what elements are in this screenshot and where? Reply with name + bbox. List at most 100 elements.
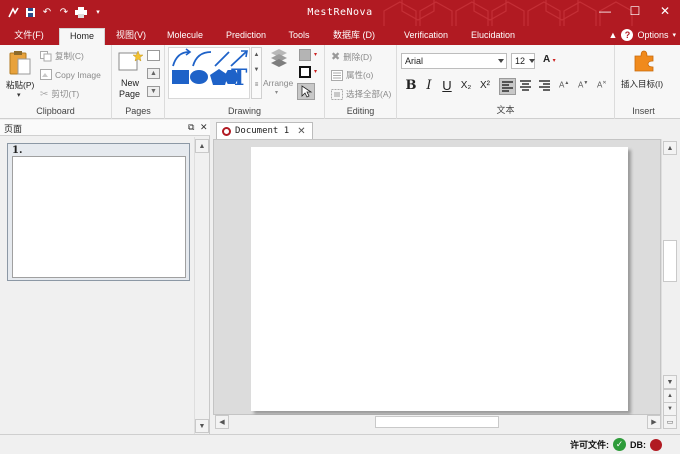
- license-ok-icon[interactable]: ✓: [613, 438, 626, 451]
- decrease-font-icon[interactable]: A▼: [578, 80, 588, 90]
- insert-group-label: Insert: [632, 106, 655, 116]
- copy-button[interactable]: 复制(C): [40, 50, 84, 62]
- new-page-button[interactable]: New Page: [115, 50, 145, 100]
- vertical-scroll-thumb[interactable]: [663, 240, 677, 282]
- tab-database[interactable]: 数据库 (D): [327, 28, 381, 45]
- tab-file[interactable]: 文件(F): [8, 28, 50, 45]
- properties-button[interactable]: 属性(o): [331, 69, 373, 81]
- document-tab[interactable]: Document 1 ✕: [216, 122, 313, 139]
- tab-elucidation[interactable]: Elucidation: [466, 28, 520, 45]
- doc-scroll-up-icon[interactable]: ▲: [663, 141, 677, 155]
- align-center-icon: [520, 80, 531, 91]
- clear-format-icon[interactable]: A✕: [597, 80, 607, 90]
- paste-dropdown-icon[interactable]: ▾: [17, 91, 21, 99]
- tab-verification[interactable]: Verification: [398, 28, 454, 45]
- superscript-button[interactable]: X²: [477, 78, 493, 94]
- page-number: 1.: [12, 145, 23, 156]
- font-color-button[interactable]: A ▾: [543, 54, 556, 65]
- puzzle-icon: [634, 50, 654, 72]
- copy-image-icon: [40, 69, 52, 80]
- paste-label: 粘贴(P): [6, 80, 35, 90]
- underline-button[interactable]: U: [439, 78, 455, 94]
- arrange-button[interactable]: Arrange ▾: [263, 48, 294, 98]
- float-panel-icon[interactable]: ⧉: [188, 122, 194, 133]
- tab-molecule[interactable]: Molecule: [162, 28, 208, 45]
- font-size-select[interactable]: 12: [511, 53, 535, 69]
- arrange-dropdown-icon[interactable]: ▾: [275, 89, 278, 96]
- scroll-right-icon[interactable]: ▶: [647, 415, 661, 429]
- tab-prediction[interactable]: Prediction: [220, 28, 272, 45]
- font-size-value: 12: [515, 56, 526, 66]
- scroll-left-icon[interactable]: ◀: [215, 415, 229, 429]
- db-label: DB:: [630, 439, 646, 450]
- document-horizontal-scrollbar[interactable]: ◀ ▶: [213, 415, 661, 429]
- close-panel-icon[interactable]: ✕: [200, 122, 208, 133]
- document-page[interactable]: [251, 147, 628, 411]
- copy-icon: [40, 50, 52, 61]
- align-left-button[interactable]: [499, 78, 516, 95]
- db-status-icon[interactable]: [650, 438, 662, 451]
- shapes-gallery[interactable]: T: [168, 47, 250, 99]
- doc-scroll-down-icon[interactable]: ▼: [663, 375, 677, 389]
- clipboard-icon: [9, 51, 31, 75]
- font-family-select[interactable]: Arial: [401, 53, 507, 69]
- scroll-down-icon[interactable]: ▼: [195, 419, 209, 433]
- new-page-icon: [118, 50, 143, 71]
- minimize-button[interactable]: —: [590, 0, 620, 22]
- maximize-button[interactable]: ☐: [620, 0, 650, 22]
- align-center-button[interactable]: [518, 78, 535, 95]
- document-canvas[interactable]: [213, 139, 661, 415]
- line-color-picker[interactable]: ▾: [299, 66, 321, 80]
- font-color-dropdown-icon: ▾: [552, 58, 556, 64]
- fill-color-picker[interactable]: ▾: [299, 49, 321, 63]
- ribbon: 粘贴(P) ▾ 复制(C) Copy Image ✂ 剪切(T) Clipboa…: [0, 45, 680, 119]
- properties-label: 属性(o): [346, 70, 374, 80]
- scroll-up-icon[interactable]: ▲: [195, 139, 209, 153]
- pages-group-label: Pages: [125, 106, 151, 116]
- page-up-icon[interactable]: ▲: [147, 68, 160, 79]
- italic-button[interactable]: I: [421, 78, 437, 94]
- drawing-group: T ▲ ▼ ≡ Arrange ▾ ▾ ▾ Drawing: [165, 45, 325, 119]
- page-setup-icon[interactable]: [147, 50, 160, 61]
- document-vertical-scrollbar[interactable]: ▲ ▼ ▲ ▼ ▭: [661, 139, 677, 429]
- clipboard-group: 粘贴(P) ▾ 复制(C) Copy Image ✂ 剪切(T) Clipboa…: [0, 45, 112, 119]
- close-button[interactable]: ✕: [650, 0, 680, 22]
- copy-image-button[interactable]: Copy Image: [40, 69, 101, 80]
- bold-button[interactable]: B: [403, 78, 419, 94]
- text-group: Arial 12 A ▾ B I U X₂ X² A▲ A▼ A✕ 文本: [397, 45, 615, 119]
- select-all-button[interactable]: 选择全部(A): [331, 88, 391, 100]
- pages-panel-header: 页面 ⧉ ✕: [0, 120, 210, 136]
- pages-panel-scrollbar[interactable]: ▲ ▼: [194, 137, 209, 434]
- select-tool-button[interactable]: [297, 83, 315, 100]
- prev-page-icon[interactable]: ▲: [663, 389, 677, 403]
- increase-font-icon[interactable]: A▲: [559, 80, 569, 90]
- text-tool-icon[interactable]: T: [231, 65, 247, 91]
- page-down-icon[interactable]: ▼: [147, 86, 160, 97]
- paste-button[interactable]: 粘贴(P) ▾: [5, 50, 35, 102]
- gallery-scroll[interactable]: ▲ ▼ ≡: [251, 47, 262, 99]
- page-thumbnail-frame[interactable]: 1.: [7, 143, 190, 281]
- align-right-icon: [539, 80, 550, 91]
- delete-button[interactable]: ✖ 删除(D): [331, 50, 372, 63]
- page-nav-icon[interactable]: ▭: [663, 415, 677, 429]
- next-page-icon[interactable]: ▼: [663, 402, 677, 416]
- tab-home[interactable]: Home: [59, 28, 105, 45]
- cut-button[interactable]: ✂ 剪切(T): [40, 88, 79, 100]
- text-group-label: 文本: [496, 105, 515, 115]
- chevron-down-icon[interactable]: ▾: [672, 31, 676, 39]
- help-icon[interactable]: ?: [621, 29, 634, 41]
- status-bar: 许可文件: ✓ DB:: [0, 434, 680, 454]
- align-right-button[interactable]: [537, 78, 554, 95]
- close-document-icon[interactable]: ✕: [297, 126, 305, 137]
- collapse-ribbon-icon[interactable]: ▲: [609, 30, 618, 40]
- new-page-label-2: Page: [119, 89, 141, 99]
- insert-target-button[interactable]: 插入目标(I): [617, 49, 671, 93]
- document-icon: [222, 126, 231, 136]
- tab-view[interactable]: 视图(V): [110, 28, 152, 45]
- page-thumbnail[interactable]: [12, 156, 186, 278]
- horizontal-scroll-thumb[interactable]: [375, 416, 499, 428]
- options-menu[interactable]: Options: [637, 30, 668, 40]
- subscript-button[interactable]: X₂: [458, 78, 474, 94]
- tab-tools[interactable]: Tools: [284, 28, 314, 45]
- arrange-label: Arrange: [263, 78, 294, 88]
